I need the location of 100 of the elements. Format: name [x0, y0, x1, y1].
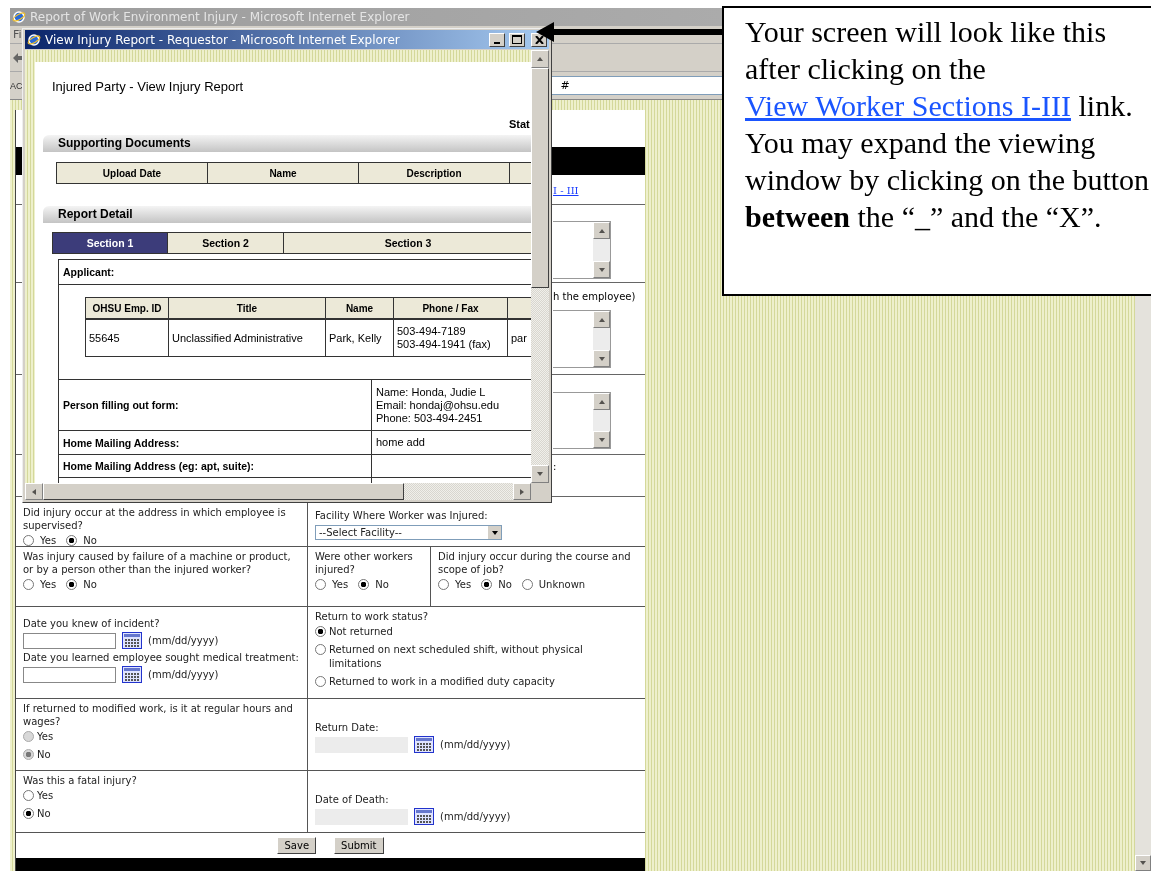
- browser-icon: [27, 32, 41, 47]
- address-label: AC: [10, 80, 23, 91]
- scroll-right-button[interactable]: [513, 483, 531, 500]
- radio-button[interactable]: [66, 579, 78, 590]
- scroll-down-button[interactable]: [1135, 855, 1151, 871]
- radio-label[interactable]: No: [83, 578, 97, 591]
- radio-button[interactable]: [358, 579, 370, 590]
- field-label: Facility Where Worker was Injured:: [315, 509, 489, 522]
- scroll-thumb[interactable]: [43, 483, 404, 500]
- section-tab[interactable]: Section 1: [52, 232, 168, 254]
- date-format-hint: (mm/dd/yyyy): [148, 635, 219, 646]
- status-label: Stat: [509, 118, 531, 132]
- radio-button[interactable]: [23, 790, 34, 801]
- scroll-up-button[interactable]: [593, 311, 610, 328]
- field-label: h the employee): [553, 291, 636, 302]
- form-button[interactable]: Save: [277, 837, 317, 854]
- scroll-thumb[interactable]: [531, 68, 549, 288]
- scroll-up-button[interactable]: [593, 393, 610, 410]
- radio-label[interactable]: Not returned: [329, 625, 393, 639]
- scroll-down-button[interactable]: [593, 261, 610, 278]
- field-label: Date you learned employee sought medical treatment:: [23, 651, 300, 664]
- scrollbar[interactable]: [1135, 296, 1151, 871]
- radio-button[interactable]: [315, 626, 326, 637]
- radio-label[interactable]: No: [83, 534, 97, 547]
- calendar-icon[interactable]: [414, 808, 434, 825]
- horizontal-scrollbar[interactable]: [25, 483, 531, 500]
- maximize-button[interactable]: [509, 32, 525, 47]
- radio-label[interactable]: Yes: [40, 578, 57, 591]
- radio-button[interactable]: [315, 644, 326, 655]
- radio-button[interactable]: [481, 579, 493, 590]
- vertical-scrollbar[interactable]: [531, 50, 549, 483]
- question-text: Were other workers injured?: [315, 550, 414, 576]
- scroll-down-button[interactable]: [593, 350, 610, 367]
- scroll-left-button[interactable]: [25, 483, 43, 500]
- page-heading: Injured Party - View Injury Report: [51, 78, 245, 96]
- radio-label[interactable]: Yes: [37, 789, 54, 803]
- field-label: Date you knew of incident?: [23, 617, 161, 630]
- radio-label[interactable]: Returned on next scheduled shift, without physical limitations: [329, 643, 638, 671]
- table-cell: Park, Kelly: [325, 319, 394, 357]
- radio-label[interactable]: Yes: [40, 534, 57, 547]
- table-cell: Unclassified Administrative: [168, 319, 326, 357]
- window-title: View Injury Report - Requestor - Microsoft Internet Explorer: [45, 32, 401, 47]
- form-button[interactable]: Submit: [334, 837, 384, 854]
- date-field[interactable]: [23, 632, 116, 649]
- radio-button[interactable]: [438, 579, 449, 590]
- radio-button[interactable]: [23, 535, 34, 546]
- radio-label[interactable]: No: [498, 578, 512, 591]
- maximize-icon: [512, 35, 522, 44]
- date-format-hint: (mm/dd/yyyy): [148, 669, 219, 680]
- scroll-up-button[interactable]: [593, 222, 610, 239]
- calendar-icon[interactable]: [414, 736, 434, 753]
- radio-label[interactable]: Yes: [455, 578, 472, 591]
- radio-button[interactable]: [23, 808, 34, 819]
- radio-label[interactable]: Unknown: [538, 578, 586, 591]
- radio-label[interactable]: No: [37, 807, 51, 821]
- facility-dropdown[interactable]: --Select Facility--: [315, 525, 502, 540]
- question-text: Was this a fatal injury?: [23, 774, 138, 787]
- column-header: Name: [207, 162, 359, 184]
- sections-link[interactable]: I - III: [553, 185, 579, 196]
- radio-button[interactable]: [66, 535, 78, 546]
- scroll-up-button[interactable]: [531, 50, 549, 68]
- field-label: Date of Death:: [315, 793, 390, 806]
- question-text: If returned to modified work, is it at regular hours and wages?: [23, 702, 294, 728]
- field-label: Home Mailing Address (eg: apt, suite):: [59, 454, 372, 477]
- radio-button[interactable]: [315, 676, 326, 687]
- section-header: Supporting Documents: [43, 135, 531, 152]
- column-header: Upload Date: [56, 162, 208, 184]
- section-header: Report Detail: [43, 206, 531, 223]
- field-label: Home Mailing Address:: [59, 430, 372, 454]
- minimize-icon: [494, 41, 500, 44]
- view-sections-link[interactable]: View Worker Sections I-III: [745, 89, 1071, 122]
- question-text: Return to work status?: [315, 610, 429, 623]
- field-label: Return Date:: [315, 721, 380, 734]
- date-field[interactable]: [23, 666, 116, 683]
- menu-item[interactable]: Fi: [13, 28, 22, 41]
- scroll-down-button[interactable]: [593, 431, 610, 448]
- radio-button[interactable]: [315, 579, 326, 590]
- column-header: OHSU Emp. ID: [85, 297, 169, 319]
- column-header: Title: [168, 297, 326, 319]
- date-format-hint: (mm/dd/yyyy): [440, 811, 511, 822]
- text-area[interactable]: [553, 392, 611, 449]
- radio-button[interactable]: [23, 579, 34, 590]
- text-area[interactable]: [553, 310, 611, 368]
- calendar-icon[interactable]: [122, 666, 142, 683]
- text-area[interactable]: [553, 221, 611, 279]
- instruction-text: Your screen will look like this after clicking on the View Worker Sections I-III link. You may expand the viewing window by clicking on the button between the “_” and the “X”.: [722, 6, 1151, 296]
- table-cell: 55645: [85, 319, 169, 357]
- radio-label[interactable]: Returned to work in a modified duty capacity: [329, 675, 555, 689]
- column-header: Phone / Fax: [393, 297, 508, 319]
- column-header: Description: [358, 162, 510, 184]
- scroll-down-button[interactable]: [531, 465, 549, 483]
- section-tab[interactable]: Section 3: [283, 232, 531, 254]
- radio-button[interactable]: [521, 579, 533, 590]
- calendar-icon[interactable]: [122, 632, 142, 649]
- minimize-button[interactable]: [489, 32, 505, 47]
- section-tab[interactable]: Section 2: [167, 232, 284, 254]
- question-text: Did injury occur during the course and scope of job?: [438, 550, 632, 576]
- table-cell: 503-494-7189 503-494-1941 (fax): [393, 319, 508, 357]
- radio-label[interactable]: No: [375, 578, 389, 591]
- radio-label[interactable]: Yes: [332, 578, 349, 591]
